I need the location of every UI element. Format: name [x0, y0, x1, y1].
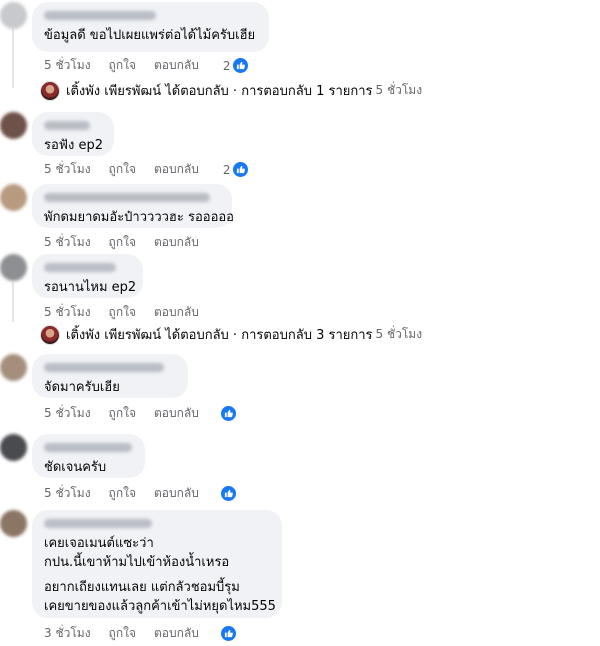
- avatar[interactable]: [0, 184, 27, 211]
- commenter-name-blurred[interactable]: [44, 263, 116, 272]
- view-replies-link[interactable]: เติ้งพัง เพียรพัฒน์ ได้ตอบกลับ · การตอบก…: [40, 80, 422, 101]
- avatar[interactable]: [0, 354, 27, 381]
- comment-text: ข้อมูลดี ขอไปเผยแพร่ต่อได้ไม้ครับเฮีย: [44, 28, 256, 43]
- like-button[interactable]: ถูกใจ: [109, 404, 136, 423]
- commenter-name-blurred[interactable]: [44, 193, 210, 202]
- comment-actions: 5 ชั่วโมง ถูกใจ ตอบกลับ 2: [44, 56, 249, 75]
- reply-summary-text: เติ้งพัง เพียรพัฒน์ ได้ตอบกลับ · การตอบก…: [66, 84, 373, 99]
- reaction-count[interactable]: [220, 406, 236, 421]
- reply-summary-time: 5 ชั่วโมง: [375, 327, 423, 341]
- commenter-name-blurred[interactable]: [44, 443, 132, 452]
- reply-button[interactable]: ตอบกลับ: [154, 233, 199, 252]
- comment-time[interactable]: 5 ชั่วโมง: [44, 160, 91, 179]
- reply-button[interactable]: ตอบกลับ: [154, 624, 199, 643]
- reply-summary-text: เติ้งพัง เพียรพัฒน์ ได้ตอบกลับ · การตอบก…: [66, 328, 373, 343]
- comment-actions: 5 ชั่วโมง ถูกใจ ตอบกลับ 2: [44, 160, 249, 179]
- commenter-name-blurred[interactable]: [44, 11, 156, 20]
- thread-line: [12, 282, 14, 322]
- comment-text: เคยเจอเมนต์แซะว่า: [44, 536, 154, 551]
- like-icon: [233, 58, 249, 73]
- thread-line: [12, 28, 14, 88]
- comment-text: เคยขายของแล้วลูกค้าเข้าไม่หยุดไหม555: [44, 599, 276, 614]
- comment-text: พักดมยาดมอัะป๋าววววฮะ รอออออ: [44, 210, 234, 225]
- reaction-count[interactable]: 2: [223, 58, 249, 73]
- like-icon: [233, 162, 249, 177]
- comment-bubble: รอนานไหม ep2: [32, 254, 143, 298]
- comment-bubble: ข้อมูลดี ขอไปเผยแพร่ต่อได้ไม้ครับเฮีย: [32, 2, 269, 52]
- comment-bubble: เคยเจอเมนต์แซะว่า กปน.นี้เขาห้ามไปเข้าห้…: [32, 510, 282, 618]
- reply-button[interactable]: ตอบกลับ: [154, 160, 199, 179]
- comment-bubble: ชัดเจนครับ: [32, 434, 145, 478]
- replier-avatar: [40, 80, 60, 101]
- like-button[interactable]: ถูกใจ: [109, 56, 136, 75]
- comment-text: รอนานไหม ep2: [44, 280, 137, 295]
- reaction-number: 2: [222, 162, 231, 177]
- comment-text: ชัดเจนครับ: [44, 460, 107, 475]
- commenter-name-blurred[interactable]: [44, 363, 164, 372]
- comment-actions: 5 ชั่วโมง ถูกใจ ตอบกลับ: [44, 484, 236, 503]
- comment-text: อยากเถียงแทนเลย แต่กลัวชอมบี้รุม: [44, 580, 240, 595]
- avatar[interactable]: [0, 112, 27, 139]
- reaction-number: 2: [222, 58, 231, 73]
- comment-actions: 3 ชั่วโมง ถูกใจ ตอบกลับ: [44, 624, 236, 643]
- reaction-count[interactable]: 2: [223, 162, 249, 177]
- comment-text: จัดมาครับเฮีย: [44, 380, 120, 395]
- avatar[interactable]: [0, 254, 27, 281]
- like-button[interactable]: ถูกใจ: [109, 233, 136, 252]
- reply-button[interactable]: ตอบกลับ: [154, 56, 199, 75]
- reaction-count[interactable]: [220, 626, 236, 641]
- reply-summary-time: 5 ชั่วโมง: [375, 83, 423, 97]
- like-button[interactable]: ถูกใจ: [109, 303, 136, 322]
- comment-actions: 5 ชั่วโมง ถูกใจ ตอบกลับ: [44, 303, 217, 322]
- like-icon: [220, 626, 236, 641]
- like-button[interactable]: ถูกใจ: [109, 484, 136, 503]
- comment-time[interactable]: 5 ชั่วโมง: [44, 233, 91, 252]
- comment-time[interactable]: 5 ชั่วโมง: [44, 56, 91, 75]
- comment-bubble: พักดมยาดมอัะป๋าววววฮะ รอออออ: [32, 184, 234, 228]
- like-button[interactable]: ถูกใจ: [109, 624, 136, 643]
- comment-time[interactable]: 5 ชั่วโมง: [44, 404, 91, 423]
- replier-avatar: [40, 324, 60, 345]
- comment-bubble: รอฟัง ep2: [32, 112, 114, 156]
- like-icon: [220, 406, 236, 421]
- comment-text: กปน.นี้เขาห้ามไปเข้าห้องน้ำเหรอ: [44, 555, 230, 570]
- comment-bubble: จัดมาครับเฮีย: [32, 354, 188, 398]
- reply-button[interactable]: ตอบกลับ: [154, 303, 199, 322]
- like-button[interactable]: ถูกใจ: [109, 160, 136, 179]
- reply-button[interactable]: ตอบกลับ: [154, 484, 199, 503]
- reaction-count[interactable]: [220, 486, 236, 501]
- commenter-name-blurred[interactable]: [44, 519, 152, 528]
- like-icon: [220, 486, 236, 501]
- comment-time[interactable]: 3 ชั่วโมง: [44, 624, 91, 643]
- avatar[interactable]: [0, 434, 27, 461]
- avatar[interactable]: [0, 2, 27, 29]
- avatar[interactable]: [0, 510, 27, 537]
- comment-actions: 5 ชั่วโมง ถูกใจ ตอบกลับ: [44, 404, 236, 423]
- commenter-name-blurred[interactable]: [44, 121, 90, 130]
- comment-time[interactable]: 5 ชั่วโมง: [44, 484, 91, 503]
- comment-text: รอฟัง ep2: [44, 138, 103, 153]
- comment-time[interactable]: 5 ชั่วโมง: [44, 303, 91, 322]
- reply-button[interactable]: ตอบกลับ: [154, 404, 199, 423]
- view-replies-link[interactable]: เติ้งพัง เพียรพัฒน์ ได้ตอบกลับ · การตอบก…: [40, 324, 422, 345]
- comment-actions: 5 ชั่วโมง ถูกใจ ตอบกลับ: [44, 233, 217, 252]
